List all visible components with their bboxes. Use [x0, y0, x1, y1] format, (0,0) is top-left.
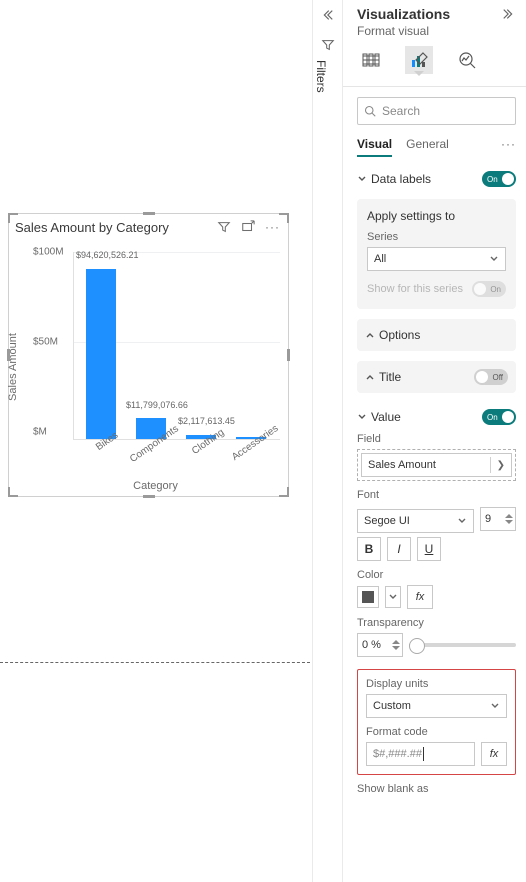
tabs-more-icon[interactable]: ···: [501, 137, 516, 157]
data-labels-section[interactable]: Data labels: [371, 172, 431, 186]
spinner-icon[interactable]: [392, 636, 400, 654]
show-for-series-label: Show for this series: [367, 283, 463, 295]
display-units-select[interactable]: Custom: [366, 694, 507, 718]
resize-handle-bottom[interactable]: [143, 495, 155, 498]
bar-label-bikes: $94,620,526.21: [76, 250, 139, 260]
y-tick-2: $100M: [33, 247, 64, 258]
resize-handle-tl[interactable]: [8, 213, 18, 223]
display-units-label: Display units: [366, 678, 507, 690]
italic-button[interactable]: I: [387, 537, 411, 561]
format-code-input[interactable]: $#,###.##: [366, 742, 475, 766]
filters-pane-collapsed[interactable]: Filters: [312, 0, 342, 882]
chevron-right-icon: [365, 330, 375, 340]
x-axis-title: Category: [133, 480, 178, 492]
chevron-right-icon[interactable]: ❯: [497, 460, 505, 471]
x-label-2: Clothing: [190, 427, 226, 457]
resize-handle-tr[interactable]: [279, 213, 289, 223]
chevron-down-icon[interactable]: [357, 412, 367, 422]
format-visual-tab-icon[interactable]: [405, 46, 433, 74]
bar-bikes[interactable]: [86, 269, 116, 439]
x-label-3: Accessories: [230, 423, 280, 463]
show-for-series-toggle: On: [472, 281, 506, 297]
resize-handle-top[interactable]: [143, 212, 155, 215]
tab-visual[interactable]: Visual: [357, 137, 392, 157]
transparency-slider[interactable]: [409, 643, 516, 647]
filters-icon: [321, 38, 335, 52]
chart-title: Sales Amount by Category: [13, 220, 169, 235]
options-section[interactable]: Options: [357, 319, 516, 351]
chevron-down-icon: [490, 701, 500, 711]
format-visual-subtitle: Format visual: [357, 24, 516, 38]
resize-handle-bl[interactable]: [8, 487, 18, 497]
collapse-pane-icon[interactable]: [502, 7, 516, 21]
bar-label-components: $11,799,076.66: [126, 400, 188, 410]
color-dropdown[interactable]: [385, 586, 401, 608]
data-labels-toggle[interactable]: On: [482, 171, 516, 187]
focus-mode-icon[interactable]: [241, 220, 255, 234]
transparency-input[interactable]: 0 %: [357, 633, 403, 657]
font-size-input[interactable]: 9: [480, 507, 516, 531]
resize-handle-right[interactable]: [287, 349, 290, 361]
chevron-down-icon: [457, 516, 467, 526]
filter-icon[interactable]: [217, 220, 231, 234]
title-section[interactable]: Title Off: [357, 361, 516, 393]
color-picker[interactable]: [357, 586, 379, 608]
underline-button[interactable]: U: [417, 537, 441, 561]
color-label: Color: [357, 569, 516, 581]
search-placeholder: Search: [382, 104, 420, 118]
chart-visual[interactable]: Sales Amount by Category ··· Sales Amoun…: [8, 213, 289, 497]
y-tick-1: $50M: [33, 337, 58, 348]
apply-settings-title: Apply settings to: [367, 209, 506, 223]
color-fx-button[interactable]: fx: [407, 585, 433, 609]
analytics-tab-icon[interactable]: [453, 46, 481, 74]
format-code-fx-button[interactable]: fx: [481, 742, 507, 766]
field-select[interactable]: Sales Amount ❯: [361, 453, 512, 477]
format-code-label: Format code: [366, 726, 507, 738]
font-family-select[interactable]: Segoe UI: [357, 509, 474, 533]
bold-button[interactable]: B: [357, 537, 381, 561]
bar-label-clothing: $2,117,613.45: [178, 416, 235, 426]
filters-label: Filters: [314, 60, 328, 93]
spinner-icon[interactable]: [505, 510, 513, 528]
tab-general[interactable]: General: [406, 137, 449, 157]
field-label: Field: [357, 433, 516, 445]
title-toggle[interactable]: Off: [474, 369, 508, 385]
search-icon: [364, 105, 376, 117]
show-blank-as-label: Show blank as: [357, 783, 516, 795]
chevron-down-icon: [489, 254, 499, 264]
y-axis-title: Sales Amount: [7, 333, 19, 401]
series-select[interactable]: All: [367, 247, 506, 271]
highlighted-settings: Display units Custom Format code $#,###.…: [357, 669, 516, 775]
series-label: Series: [367, 231, 506, 243]
y-tick-0: $M: [33, 427, 47, 438]
expand-filters-icon[interactable]: [320, 8, 334, 22]
search-input[interactable]: Search: [357, 97, 516, 125]
build-visual-tab-icon[interactable]: [357, 46, 385, 74]
value-toggle[interactable]: On: [482, 409, 516, 425]
more-options-icon[interactable]: ···: [265, 220, 280, 234]
value-section[interactable]: Value: [371, 410, 401, 424]
transparency-label: Transparency: [357, 617, 516, 629]
resize-handle-br[interactable]: [279, 487, 289, 497]
chevron-down-icon[interactable]: [357, 174, 367, 184]
font-label: Font: [357, 489, 516, 501]
visualizations-pane-title: Visualizations: [357, 6, 450, 22]
chevron-right-icon: [365, 372, 375, 382]
